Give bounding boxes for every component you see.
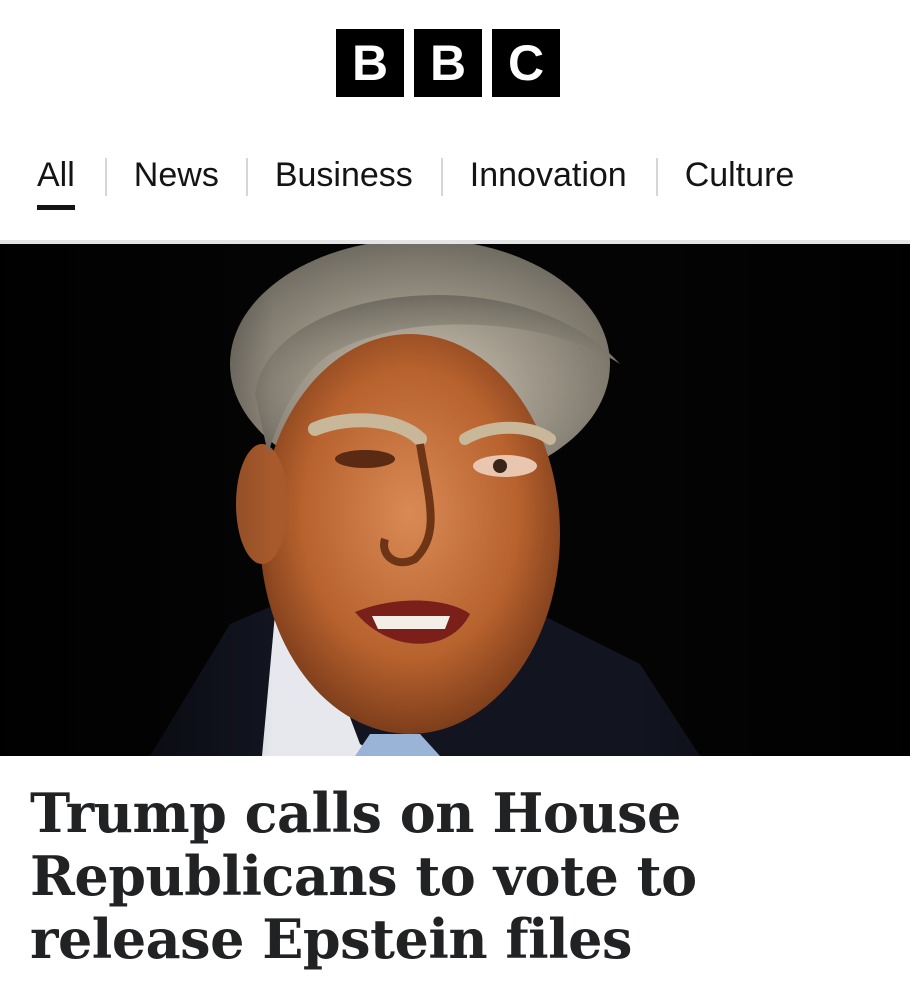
- section-nav: All News Business Innovation Culture: [0, 150, 910, 210]
- logo-letter-b1: B: [336, 29, 404, 97]
- nav-item-news[interactable]: News: [134, 150, 219, 210]
- logo-letter-b2: B: [414, 29, 482, 97]
- nav-separator: [104, 158, 107, 196]
- nav-item-business[interactable]: Business: [275, 150, 413, 210]
- bbc-logo[interactable]: B B C: [336, 29, 560, 97]
- nav-separator: [655, 158, 658, 196]
- news-photo-icon: [0, 244, 910, 756]
- nav-item-all[interactable]: All: [37, 150, 75, 210]
- logo-letter-c: C: [492, 29, 560, 97]
- hero-image[interactable]: [0, 244, 910, 756]
- nav-separator: [440, 158, 443, 196]
- nav-item-culture[interactable]: Culture: [685, 150, 795, 210]
- nav-item-innovation[interactable]: Innovation: [470, 150, 627, 210]
- nav-separator: [245, 158, 248, 196]
- article-headline[interactable]: Trump calls on House Republicans to vote…: [30, 782, 880, 971]
